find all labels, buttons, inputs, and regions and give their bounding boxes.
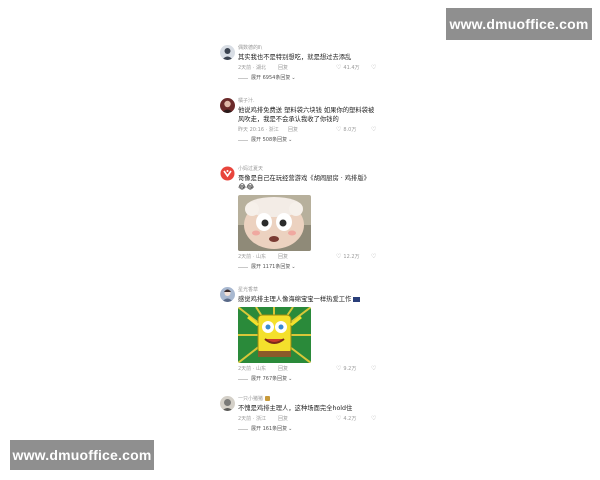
like-count: 4.2万 <box>343 416 357 422</box>
username[interactable]: 一只小猪猪 <box>238 396 380 403</box>
like-button[interactable]: ♡ 4.2万 <box>336 415 356 423</box>
expand-replies-button[interactable]: 展开 1171条回复 ⌄ <box>238 263 380 271</box>
reply-button[interactable]: 回复 <box>278 415 288 423</box>
expand-replies-label: 展开 508条回复 <box>251 137 288 143</box>
comment-text: 感觉鸡排主理人像海绵宝宝一样热爱工作 <box>238 295 380 304</box>
like-button[interactable]: ♡ 41.4万 <box>336 64 360 72</box>
divider <box>238 378 248 380</box>
username[interactable]: 星光香草 <box>238 287 380 294</box>
avatar[interactable] <box>220 287 235 302</box>
timestamp: 2天前 · 浙江 <box>238 416 266 422</box>
username[interactable]: 橘子汁. <box>238 98 380 105</box>
dislike-icon[interactable]: ♡ <box>371 365 376 373</box>
chevron-down-icon: ⌄ <box>288 376 293 382</box>
dislike-icon[interactable]: ♡ <box>371 253 376 261</box>
expand-replies-label: 展开 6954条回复 <box>251 75 291 81</box>
expand-replies-button[interactable]: 展开 767条回复 ⌄ <box>238 375 380 383</box>
comment-text: 哥像是自己在玩经营游戏《胡闹厨房 · 鸡排版》 <box>238 175 370 182</box>
divider <box>238 139 248 141</box>
chevron-down-icon: ⌄ <box>288 426 293 432</box>
watermark-bottom: www.dmuoffice.com <box>10 440 154 470</box>
dislike-icon[interactable]: ♡ <box>371 126 376 134</box>
heart-icon: ♡ <box>336 126 342 133</box>
comment-text: 其实我也不是特别想吃，就是想过去添乱 <box>238 54 352 61</box>
like-count: 12.2万 <box>343 254 360 260</box>
like-button[interactable]: ♡ 8.0万 <box>336 126 356 134</box>
flag-icon <box>353 296 361 302</box>
emoji-row: 😂😂 <box>238 183 255 191</box>
expand-replies-label: 展开 1171条回复 <box>251 264 291 270</box>
badge-icon <box>264 396 270 401</box>
chevron-down-icon: ⌄ <box>291 75 296 81</box>
chevron-down-icon: ⌄ <box>291 264 296 270</box>
timestamp: 昨天 20:16 · 浙江 <box>238 127 279 133</box>
expand-replies-button[interactable]: 展开 508条回复 ⌄ <box>238 136 380 144</box>
timestamp: 2天前 · 山东 <box>238 254 266 260</box>
avatar[interactable] <box>220 45 235 60</box>
spongebob-sticker-image[interactable] <box>238 307 311 363</box>
dislike-icon[interactable]: ♡ <box>371 64 376 72</box>
username[interactable]: 偶数德的Ⅱ\ <box>238 45 380 52</box>
sheep-sticker-image[interactable] <box>238 195 311 251</box>
reply-button[interactable]: 回复 <box>278 64 288 72</box>
comment-text: 不愧是鸡排主理人，这种场面完全hold住 <box>238 405 353 412</box>
reply-button[interactable]: 回复 <box>278 365 288 373</box>
username-text: 一只小猪猪 <box>238 396 264 402</box>
reply-button[interactable]: 回复 <box>288 126 298 134</box>
divider <box>238 77 248 79</box>
like-button[interactable]: ♡ 9.2万 <box>336 365 356 373</box>
expand-replies-label: 展开 767条回复 <box>251 376 288 382</box>
divider <box>238 428 248 430</box>
like-count: 41.4万 <box>343 65 360 71</box>
dislike-icon[interactable]: ♡ <box>371 415 376 423</box>
like-count: 8.0万 <box>343 127 357 133</box>
watermark-top: www.dmuoffice.com <box>446 8 592 40</box>
reply-button[interactable]: 回复 <box>278 253 288 261</box>
comment-text: 他说鸡排免费送 塑料袋六块钱 如果你的塑料袋被风吹走，我是不会承认我收了你钱的 <box>238 107 375 123</box>
like-button[interactable]: ♡ 12.2万 <box>336 253 360 261</box>
heart-icon: ♡ <box>336 415 342 422</box>
comment-text-content: 感觉鸡排主理人像海绵宝宝一样热爱工作 <box>238 296 352 303</box>
avatar[interactable] <box>220 396 235 411</box>
heart-icon: ♡ <box>336 365 342 372</box>
expand-replies-label: 展开 161条回复 <box>251 426 288 432</box>
chevron-down-icon: ⌄ <box>288 137 293 143</box>
expand-replies-button[interactable]: 展开 6954条回复 ⌄ <box>238 74 380 82</box>
username[interactable]: 小妈过夏天 <box>238 166 380 173</box>
expand-replies-button[interactable]: 展开 161条回复 ⌄ <box>238 425 380 433</box>
timestamp: 2天前 · 山东 <box>238 366 266 372</box>
avatar[interactable] <box>220 166 235 181</box>
avatar[interactable] <box>220 98 235 113</box>
heart-icon: ♡ <box>336 253 342 260</box>
timestamp: 2天前 · 湖北 <box>238 65 266 71</box>
like-count: 9.2万 <box>343 366 357 372</box>
heart-icon: ♡ <box>336 64 342 71</box>
divider <box>238 266 248 268</box>
